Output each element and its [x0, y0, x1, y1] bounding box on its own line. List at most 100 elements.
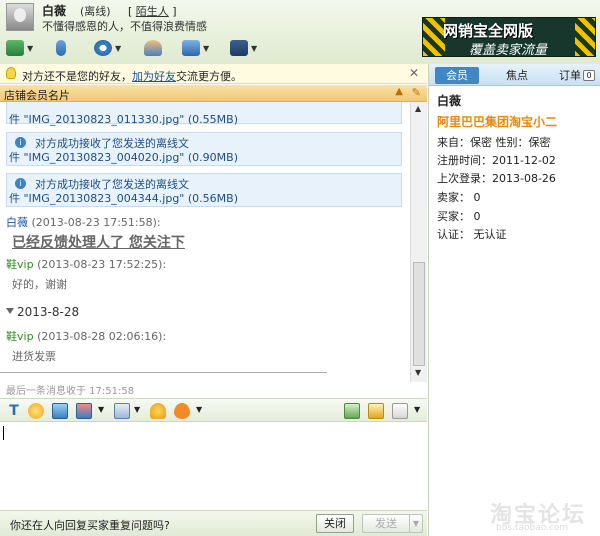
message-input[interactable] — [0, 422, 427, 510]
member-register-date: 注册时间：2011-12-02 — [437, 154, 556, 167]
voice-button[interactable] — [56, 38, 66, 58]
member-last-login: 上次登录：2013-08-26 — [437, 172, 556, 185]
banner-stripe — [423, 18, 445, 56]
relation-link[interactable]: 陌生人 — [136, 5, 169, 18]
collapse-arrow-icon[interactable]: ▲ — [395, 86, 403, 97]
member-seller-rating: 卖家： 0 — [437, 191, 481, 204]
send-options-button[interactable]: ▼ — [409, 514, 423, 533]
member-shop[interactable]: 阿里巴巴集团淘宝小二 — [437, 113, 557, 130]
ad-banner[interactable]: 网销宝全网版 覆盖卖家流量 — [422, 17, 596, 57]
tab-orders-label: 订单 — [559, 69, 581, 82]
add-user-icon — [144, 40, 162, 56]
section-title: 店铺会员名片 — [4, 89, 70, 102]
graduation-icon — [230, 40, 248, 56]
tip-text: 对方还不是您的好友，加为好友交流更方便。 — [22, 68, 242, 84]
bottom-bar: 你还在人向回复买家重复问题吗? 关闭 发送 ▼ — [0, 510, 427, 536]
signature: 不懂得感恩的人，不值得浪费情感 — [42, 20, 207, 33]
add-contact-button[interactable] — [144, 38, 162, 58]
message-text: 进货发票 — [12, 350, 56, 363]
file-transfer-icon — [6, 40, 24, 56]
message-header: 鞋vip (2013-08-28 02:06:16): — [6, 328, 166, 344]
microphone-icon — [56, 40, 66, 56]
sender-name[interactable]: 白薇 — [6, 216, 28, 229]
header-bar: 白薇 (离线) [ 陌生人 ] 不懂得感恩的人，不值得浪费情感 ▼ ▼ ▼ ▼ … — [0, 0, 600, 64]
scroll-down-icon[interactable]: ▼ — [415, 368, 421, 377]
member-buyer-rating: 买家： 0 — [437, 210, 481, 223]
template-menu-icon[interactable]: ▼ — [134, 405, 140, 414]
font-icon[interactable]: T — [6, 403, 22, 419]
screenshot-menu-icon[interactable]: ▼ — [98, 405, 104, 414]
message-text: 已经反馈处理人了 您关注下 — [12, 235, 185, 251]
heart-menu-icon[interactable]: ▼ — [196, 405, 202, 414]
webcam-icon — [94, 40, 112, 56]
banner-stripe — [575, 18, 595, 56]
image-icon[interactable] — [52, 403, 68, 419]
tab-orders[interactable]: 订单 0 — [553, 67, 600, 84]
message-time: (2013-08-28 02:06:16): — [37, 330, 167, 343]
system-message: i 对方成功接收了您发送的离线文 件 "IMG_20130823_004020.… — [6, 132, 402, 166]
sender-name[interactable]: 鞋vip — [6, 258, 34, 271]
send-button[interactable]: 发送 — [362, 514, 410, 533]
info-tabs: 会员 焦点 订单 0 — [429, 64, 600, 86]
system-message: 件 "IMG_20130823_011330.jpg" (0.55MB) — [6, 102, 402, 126]
banner-title: 网销宝全网版 — [443, 22, 534, 40]
sender-name[interactable]: 鞋vip — [6, 330, 34, 343]
message-time: (2013-08-23 17:52:25): — [37, 258, 167, 271]
message-header: 白薇 (2013-08-23 17:51:58): — [6, 214, 161, 230]
watermark-url: bbs.taobao.com — [496, 523, 569, 533]
history-menu-icon[interactable]: ▼ — [414, 405, 420, 414]
screenshot-icon[interactable] — [76, 403, 92, 419]
tab-member[interactable]: 会员 — [435, 67, 479, 84]
scroll-up-icon[interactable]: ▲ — [415, 104, 421, 113]
contact-name: 白薇 — [42, 4, 67, 18]
divider — [0, 372, 327, 373]
member-info-panel: 会员 焦点 订单 0 白薇 阿里巴巴集团淘宝小二 来自：保密 性别：保密 注册时间… — [428, 64, 600, 536]
more-tools-button[interactable]: ▼ — [230, 38, 257, 58]
system-message: i 对方成功接收了您发送的离线文 件 "IMG_20130823_004344.… — [6, 173, 402, 207]
member-certification: 认证： 无认证 — [437, 228, 507, 241]
emoji-icon[interactable] — [28, 403, 44, 419]
close-icon[interactable]: ✕ — [409, 66, 419, 80]
quick-reply-icon[interactable] — [344, 403, 360, 419]
member-name: 白薇 — [437, 94, 462, 108]
member-card-header: 店铺会员名片 ▲ ✎ — [0, 85, 427, 102]
scroll-thumb[interactable] — [413, 262, 425, 366]
add-friend-link[interactable]: 加为好友 — [132, 70, 176, 83]
order-count-badge: 0 — [583, 70, 595, 81]
friend-tip-bar: 对方还不是您的好友，加为好友交流更方便。 ✕ — [0, 64, 427, 84]
avatar[interactable] — [6, 3, 34, 31]
message-header: 鞋vip (2013-08-23 17:52:25): — [6, 256, 166, 272]
video-button[interactable]: ▼ — [94, 38, 121, 58]
tab-focus[interactable]: 焦点 — [497, 67, 537, 84]
member-origin-gender: 来自：保密 性别：保密 — [437, 136, 551, 149]
history-icon[interactable] — [392, 403, 408, 419]
chat-history[interactable]: 件 "IMG_20130823_011330.jpg" (0.55MB) i 对… — [0, 102, 410, 378]
pin-icon[interactable]: ✎ — [412, 86, 421, 99]
file-transfer-button[interactable]: ▼ — [6, 38, 33, 58]
star-note-icon[interactable] — [368, 403, 384, 419]
heart-icon[interactable] — [174, 403, 190, 419]
bottom-question[interactable]: 你还在人向回复买家重复问题吗? — [10, 517, 170, 533]
system-message-line: 件 "IMG_20130823_004020.jpg" (0.90MB) — [9, 151, 238, 164]
bell-icon[interactable] — [150, 403, 166, 419]
contact-status: (离线) — [80, 5, 111, 18]
info-icon: i — [15, 178, 26, 189]
remote-assist-button[interactable]: ▼ — [182, 38, 209, 58]
info-icon: i — [15, 137, 26, 148]
tip-text-1: 对方还不是您的好友， — [22, 70, 132, 83]
chat-scrollbar[interactable]: ▲ ▼ — [410, 102, 427, 382]
system-message-line: 件 "IMG_20130823_004344.jpg" (0.56MB) — [9, 192, 238, 205]
tip-text-2: 交流更方便。 — [176, 70, 242, 83]
last-received: 最后一条消息收于 17:51:58 — [6, 386, 135, 397]
format-toolbar: T ▼ ▼ ▼ ▼ — [0, 398, 427, 422]
banner-subtitle: 覆盖卖家流量 — [469, 43, 548, 57]
remote-icon — [182, 40, 200, 56]
text-caret — [3, 426, 4, 440]
date-divider[interactable]: 2013-8-28 — [6, 305, 79, 319]
message-time: (2013-08-23 17:51:58): — [31, 216, 161, 229]
close-button[interactable]: 关闭 — [316, 514, 354, 533]
template-icon[interactable] — [114, 403, 130, 419]
relation: [ 陌生人 ] — [128, 5, 177, 18]
system-message-line: 件 "IMG_20130823_011330.jpg" (0.55MB) — [9, 113, 238, 126]
message-text: 好的，谢谢 — [12, 278, 67, 291]
